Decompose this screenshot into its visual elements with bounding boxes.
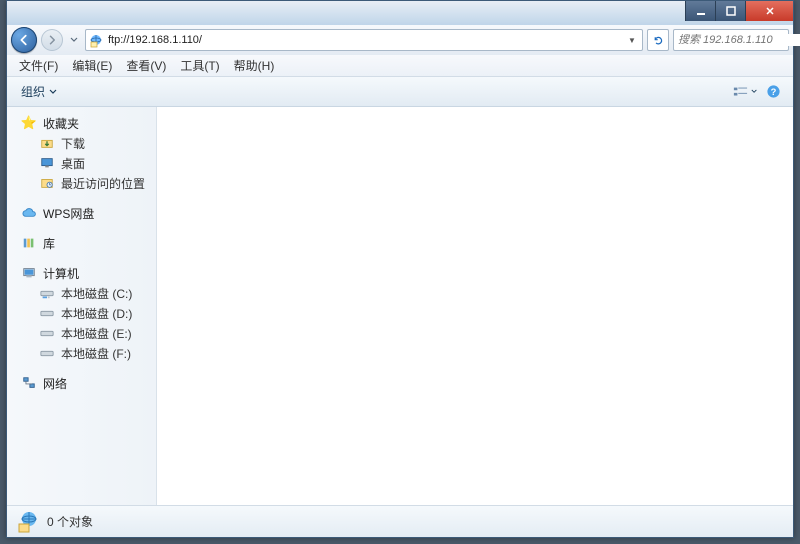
titlebar[interactable]: [7, 1, 793, 25]
sidebar-item-label: 下载: [61, 135, 85, 152]
download-icon: [39, 135, 55, 151]
toolbar: 组织 ?: [7, 77, 793, 107]
address-dropdown[interactable]: ▼: [624, 36, 640, 45]
sidebar-network[interactable]: 网络: [7, 373, 156, 393]
computer-icon: [21, 265, 37, 281]
sidebar-item-drive-c[interactable]: 本地磁盘 (C:): [7, 283, 156, 303]
sidebar-item-drive-f[interactable]: 本地磁盘 (F:): [7, 343, 156, 363]
ftp-site-icon: [88, 32, 104, 48]
recent-icon: [39, 175, 55, 191]
sidebar-wps[interactable]: WPS网盘: [7, 203, 156, 223]
search-input[interactable]: [678, 34, 800, 46]
minimize-button[interactable]: [685, 1, 715, 21]
address-bar[interactable]: ▼: [85, 29, 643, 51]
view-options-button[interactable]: [733, 81, 757, 103]
menu-file[interactable]: 文件(F): [13, 55, 64, 76]
menu-help[interactable]: 帮助(H): [228, 55, 281, 76]
star-icon: ⭐: [21, 115, 37, 131]
sidebar-item-label: 本地磁盘 (E:): [61, 325, 132, 342]
sidebar-item-label: 本地磁盘 (C:): [61, 285, 132, 302]
network-icon: [21, 375, 37, 391]
sidebar-label: WPS网盘: [43, 205, 94, 222]
sidebar-label: 库: [43, 235, 55, 252]
sidebar-item-label: 桌面: [61, 155, 85, 172]
file-pane[interactable]: [157, 107, 793, 505]
status-text: 0 个对象: [47, 513, 93, 530]
menu-bar: 文件(F) 编辑(E) 查看(V) 工具(T) 帮助(H): [7, 55, 793, 77]
sidebar-libraries[interactable]: 库: [7, 233, 156, 253]
nav-row: ▼ 🔍: [7, 25, 793, 55]
svg-text:?: ?: [770, 87, 776, 97]
libraries-icon: [21, 235, 37, 251]
sidebar-item-label: 本地磁盘 (F:): [61, 345, 131, 362]
sidebar-item-recent[interactable]: 最近访问的位置: [7, 173, 156, 193]
sidebar-favorites[interactable]: ⭐ 收藏夹: [7, 113, 156, 133]
ftp-globe-icon: [15, 510, 39, 534]
status-bar: 0 个对象: [7, 505, 793, 537]
sidebar-label: 网络: [43, 375, 67, 392]
maximize-button[interactable]: [715, 1, 745, 21]
drive-icon: [39, 305, 55, 321]
nav-history-dropdown[interactable]: [67, 29, 81, 51]
back-button[interactable]: [11, 27, 37, 53]
sidebar-computer[interactable]: 计算机: [7, 263, 156, 283]
menu-edit[interactable]: 编辑(E): [66, 55, 118, 76]
drive-icon: [39, 325, 55, 341]
address-input[interactable]: [108, 34, 620, 46]
organize-button[interactable]: 组织: [15, 81, 63, 102]
explorer-window: ▼ 🔍 文件(F) 编辑(E) 查看(V) 工具(T) 帮助(H) 组织 ? ⭐…: [6, 0, 794, 538]
sidebar: ⭐ 收藏夹 下载 桌面 最近访问的位置 WPS网盘 库 计算机 本地磁盘 (C:)…: [7, 107, 157, 505]
sidebar-item-label: 最近访问的位置: [61, 175, 145, 192]
menu-view[interactable]: 查看(V): [120, 55, 172, 76]
sidebar-item-downloads[interactable]: 下载: [7, 133, 156, 153]
forward-button[interactable]: [41, 29, 63, 51]
refresh-button[interactable]: [647, 29, 669, 51]
close-button[interactable]: [745, 1, 793, 21]
help-button[interactable]: ?: [761, 81, 785, 103]
drive-icon: [39, 285, 55, 301]
menu-tools[interactable]: 工具(T): [174, 55, 225, 76]
organize-label: 组织: [21, 83, 45, 100]
drive-icon: [39, 345, 55, 361]
desktop-icon: [39, 155, 55, 171]
sidebar-item-drive-d[interactable]: 本地磁盘 (D:): [7, 303, 156, 323]
sidebar-item-label: 本地磁盘 (D:): [61, 305, 132, 322]
cloud-icon: [21, 205, 37, 221]
search-box[interactable]: 🔍: [673, 29, 789, 51]
body: ⭐ 收藏夹 下载 桌面 最近访问的位置 WPS网盘 库 计算机 本地磁盘 (C:)…: [7, 107, 793, 505]
sidebar-item-drive-e[interactable]: 本地磁盘 (E:): [7, 323, 156, 343]
sidebar-label: 收藏夹: [43, 115, 79, 132]
sidebar-item-desktop[interactable]: 桌面: [7, 153, 156, 173]
sidebar-label: 计算机: [43, 265, 79, 282]
